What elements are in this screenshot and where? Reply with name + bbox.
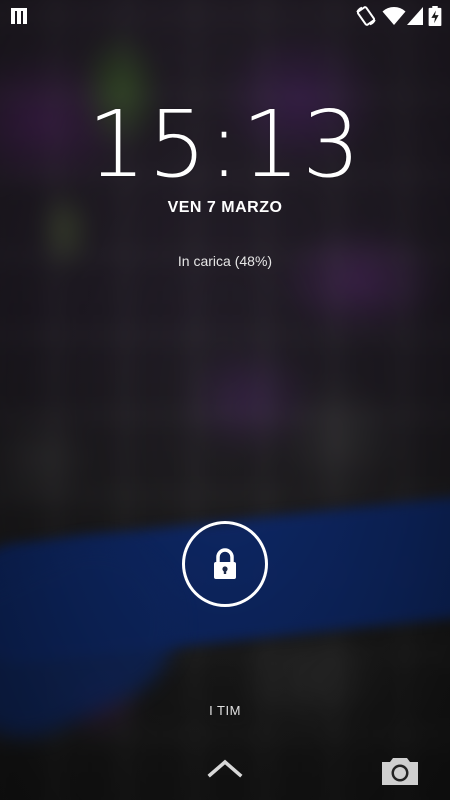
charging-status: In carica (48%) [177, 253, 273, 269]
screen-rotation-icon [356, 6, 376, 26]
lock-screen: 15:13 VEN 7 MARZO In carica (48%) I TIM [0, 0, 450, 800]
clock-time: 15:13 [87, 91, 363, 198]
chevron-up-icon[interactable] [205, 757, 245, 779]
date-label: VEN 7 MARZO [167, 199, 283, 216]
padlock-icon [214, 548, 236, 579]
carrier-label: I TIM [209, 703, 241, 718]
camera-icon[interactable] [380, 755, 420, 787]
notification-icon[interactable] [10, 6, 32, 26]
wifi-icon [382, 7, 406, 25]
unlock-button[interactable] [182, 521, 268, 607]
battery-charging-icon [428, 6, 442, 26]
status-bar [0, 0, 450, 32]
cellular-signal-icon [407, 7, 423, 25]
